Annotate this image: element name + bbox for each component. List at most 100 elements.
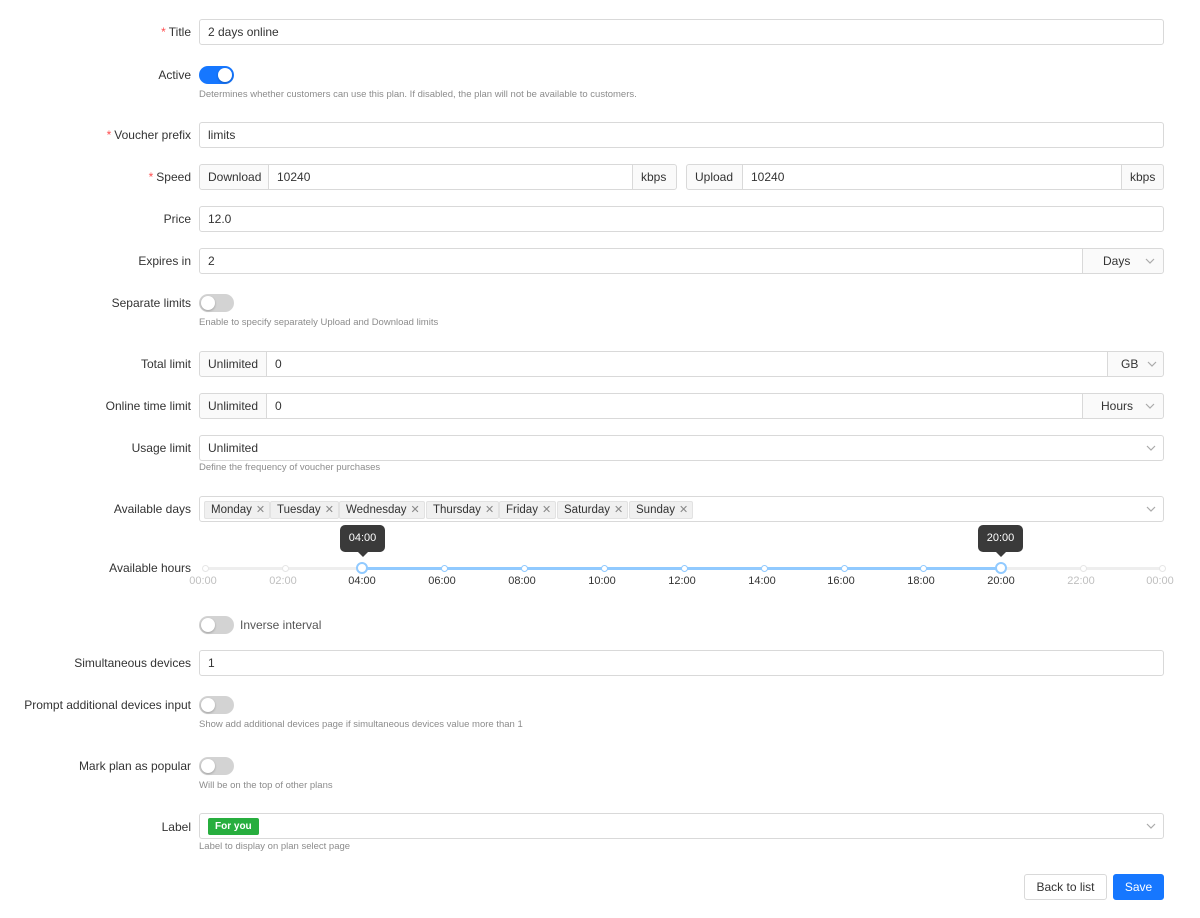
chevron-down-icon bbox=[1145, 258, 1155, 264]
close-icon[interactable]: ✕ bbox=[256, 504, 265, 516]
active-toggle[interactable] bbox=[199, 66, 234, 84]
total-limit-label: Total limit bbox=[140, 357, 191, 371]
hour-tick: 10:00 bbox=[588, 575, 616, 587]
day-tag: Monday ✕ bbox=[204, 501, 271, 519]
hour-tick: 00:00 bbox=[1146, 575, 1174, 587]
title-label: * Title bbox=[161, 25, 191, 39]
online-time-unit-select[interactable]: Hours bbox=[1082, 393, 1164, 419]
prompt-additional-devices-help: Show add additional devices page if simu… bbox=[199, 719, 523, 730]
usage-limit-select[interactable]: Unlimited bbox=[199, 435, 1164, 461]
toggle-knob bbox=[218, 68, 232, 82]
plan-label-select[interactable] bbox=[199, 813, 1164, 839]
toggle-knob bbox=[201, 759, 215, 773]
download-unit-addon: kbps bbox=[632, 164, 677, 190]
expires-in-input[interactable]: 2 bbox=[199, 248, 1084, 274]
title-input[interactable]: 2 days online bbox=[199, 19, 1164, 45]
hours-start-handle[interactable] bbox=[356, 562, 368, 574]
online-time-limit-input[interactable]: 0 bbox=[266, 393, 1084, 419]
hours-end-tooltip: 20:00 bbox=[978, 525, 1023, 557]
close-icon[interactable]: ✕ bbox=[485, 504, 494, 516]
slider-mark bbox=[920, 565, 927, 572]
slider-mark bbox=[441, 565, 448, 572]
inverse-interval-toggle[interactable] bbox=[199, 616, 234, 634]
close-icon[interactable]: ✕ bbox=[411, 504, 420, 516]
download-addon: Download bbox=[199, 164, 269, 190]
separate-limits-toggle[interactable] bbox=[199, 294, 234, 312]
prompt-additional-devices-toggle[interactable] bbox=[199, 696, 234, 714]
upload-speed-input[interactable]: 10240 bbox=[742, 164, 1122, 190]
toggle-knob bbox=[201, 698, 215, 712]
hours-end-handle[interactable] bbox=[995, 562, 1007, 574]
voucher-prefix-label: * Voucher prefix bbox=[106, 128, 191, 142]
chevron-down-icon bbox=[1145, 403, 1155, 409]
available-hours-label: Available hours bbox=[109, 561, 191, 575]
close-icon[interactable]: ✕ bbox=[679, 504, 688, 516]
expires-in-label: Expires in bbox=[138, 254, 191, 268]
expires-unit-select[interactable]: Days bbox=[1082, 248, 1164, 274]
download-speed-input[interactable]: 10240 bbox=[268, 164, 633, 190]
total-limit-unlimited-addon[interactable]: Unlimited bbox=[199, 351, 267, 377]
toggle-knob bbox=[201, 296, 215, 310]
online-time-limit-label: Online time limit bbox=[105, 399, 191, 413]
expires-unit-value: Days bbox=[1103, 254, 1131, 268]
chevron-down-icon bbox=[1146, 506, 1156, 512]
chevron-down-icon bbox=[1147, 361, 1157, 367]
hour-tick: 04:00 bbox=[348, 575, 376, 587]
mark-popular-toggle[interactable] bbox=[199, 757, 234, 775]
usage-limit-value: Unlimited bbox=[208, 441, 259, 455]
slider-mark bbox=[601, 565, 608, 572]
hour-tick: 12:00 bbox=[668, 575, 696, 587]
plan-label-badge: For you bbox=[208, 818, 259, 835]
slider-mark bbox=[761, 565, 768, 572]
online-time-unlimited-addon[interactable]: Unlimited bbox=[199, 393, 267, 419]
hour-tick: 18:00 bbox=[907, 575, 935, 587]
hour-tick: 08:00 bbox=[508, 575, 536, 587]
close-icon[interactable]: ✕ bbox=[542, 504, 551, 516]
day-tag: Tuesday ✕ bbox=[270, 501, 339, 519]
mark-popular-help: Will be on the top of other plans bbox=[199, 780, 333, 791]
slider-mark bbox=[841, 565, 848, 572]
voucher-prefix-input[interactable]: limits bbox=[199, 122, 1164, 148]
hour-tick: 20:00 bbox=[987, 575, 1015, 587]
total-limit-unit-value: GB bbox=[1121, 357, 1139, 371]
slider-mark bbox=[521, 565, 528, 572]
day-tag: Saturday ✕ bbox=[557, 501, 629, 519]
usage-limit-label: Usage limit bbox=[131, 441, 191, 455]
slider-mark bbox=[282, 565, 289, 572]
back-to-list-button[interactable]: Back to list bbox=[1024, 874, 1107, 900]
hour-tick: 00:00 bbox=[189, 575, 217, 587]
save-button[interactable]: Save bbox=[1113, 874, 1164, 900]
slider-mark bbox=[1159, 565, 1166, 572]
separate-limits-label: Separate limits bbox=[111, 296, 191, 310]
total-limit-unit-select[interactable]: GB bbox=[1107, 351, 1164, 377]
upload-unit-addon: kbps bbox=[1121, 164, 1164, 190]
slider-mark bbox=[202, 565, 209, 572]
available-days-label: Available days bbox=[113, 502, 191, 516]
close-icon[interactable]: ✕ bbox=[325, 504, 334, 516]
hour-tick: 22:00 bbox=[1067, 575, 1095, 587]
prompt-additional-devices-label: Prompt additional devices input bbox=[24, 698, 191, 712]
price-input[interactable]: 12.0 bbox=[199, 206, 1164, 232]
day-tag: Friday ✕ bbox=[499, 501, 557, 519]
chevron-down-icon bbox=[1146, 823, 1156, 829]
slider-mark bbox=[1080, 565, 1087, 572]
total-limit-input[interactable]: 0 bbox=[266, 351, 1108, 377]
day-tag: Sunday ✕ bbox=[629, 501, 694, 519]
plan-label-label: Label bbox=[161, 820, 191, 834]
simultaneous-devices-label: Simultaneous devices bbox=[74, 656, 191, 670]
upload-addon: Upload bbox=[686, 164, 743, 190]
chevron-down-icon bbox=[1146, 445, 1156, 451]
inverse-interval-label: Inverse interval bbox=[240, 618, 322, 632]
close-icon[interactable]: ✕ bbox=[614, 504, 623, 516]
price-label: Price bbox=[163, 212, 191, 226]
available-days-select[interactable]: Monday ✕ Tuesday ✕ Wednesday ✕ Thursday ✕ Fr… bbox=[199, 496, 1164, 522]
day-tag: Thursday ✕ bbox=[426, 501, 500, 519]
plan-label-help: Label to display on plan select page bbox=[199, 841, 351, 852]
simultaneous-devices-input[interactable]: 1 bbox=[199, 650, 1164, 676]
separate-limits-help: Enable to specify separately Upload and … bbox=[199, 317, 439, 328]
hours-start-tooltip: 04:00 bbox=[340, 525, 385, 557]
online-time-unit-value: Hours bbox=[1101, 399, 1134, 413]
hour-tick: 06:00 bbox=[428, 575, 456, 587]
day-tag: Wednesday ✕ bbox=[339, 501, 425, 519]
usage-limit-help: Define the frequency of voucher purchase… bbox=[199, 462, 381, 473]
